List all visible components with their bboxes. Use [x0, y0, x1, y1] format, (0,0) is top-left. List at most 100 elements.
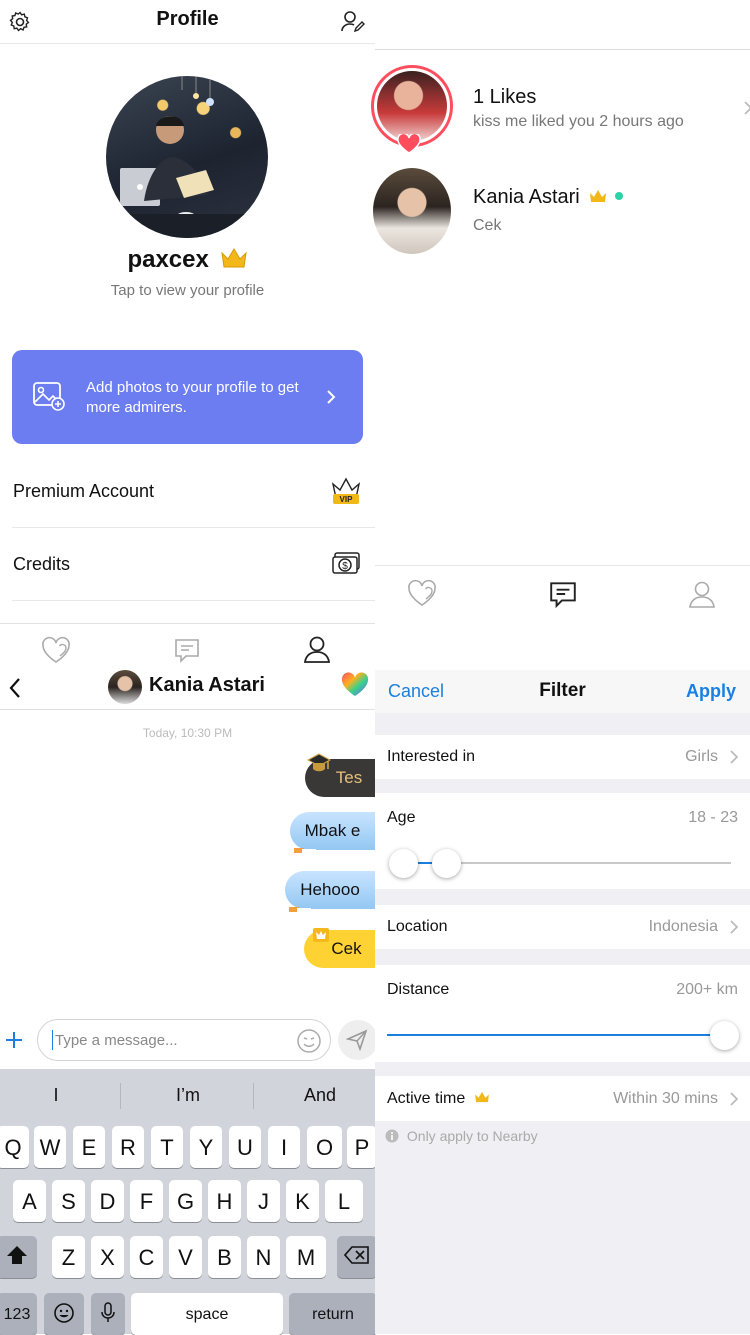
key-t[interactable]: T — [151, 1126, 183, 1168]
credits-row[interactable]: Credits $ — [12, 528, 375, 601]
shift-arrow-icon — [6, 1245, 28, 1265]
key-l[interactable]: L — [325, 1180, 363, 1222]
backspace-key[interactable] — [337, 1236, 377, 1278]
distance-value: 200+ km — [676, 981, 738, 998]
key-b[interactable]: B — [208, 1236, 241, 1278]
page-title: Profile — [156, 8, 219, 30]
distance-handle[interactable] — [710, 1021, 739, 1050]
suggestion-3[interactable]: And — [260, 1085, 380, 1106]
numbers-key[interactable]: 123 — [0, 1293, 37, 1335]
apply-button[interactable]: Apply — [686, 681, 736, 702]
distance-label: Distance — [387, 981, 450, 998]
key-y[interactable]: Y — [190, 1126, 222, 1168]
vip-badge-text: VIP — [340, 495, 354, 504]
key-g[interactable]: G — [169, 1180, 202, 1222]
key-u[interactable]: U — [229, 1126, 261, 1168]
age-value: 18 - 23 — [688, 809, 738, 826]
likes-item-row[interactable]: 1 Likes kiss me liked you 2 hours ago — [371, 60, 750, 156]
divider — [375, 49, 750, 50]
key-k[interactable]: K — [286, 1180, 319, 1222]
add-attachment-plus-icon[interactable] — [4, 1030, 24, 1050]
location-value: Indonesia — [648, 918, 718, 935]
chevron-right-icon — [730, 750, 738, 764]
return-key[interactable]: return — [289, 1293, 377, 1335]
key-p[interactable]: P — [347, 1126, 377, 1168]
back-chevron-icon[interactable] — [8, 677, 22, 699]
banner-text: Add photos to your profile to get more a… — [86, 379, 299, 416]
chat-header: Kania Astari — [0, 670, 375, 710]
key-n[interactable]: N — [247, 1236, 280, 1278]
tab-likes-heart-icon[interactable] — [40, 636, 72, 664]
bottom-tab-bar-left — [0, 623, 375, 670]
rainbow-heart-icon[interactable] — [341, 672, 369, 698]
key-f[interactable]: F — [130, 1180, 163, 1222]
interested-in-value: Girls — [685, 748, 718, 765]
tab-messages-icon[interactable] — [548, 579, 578, 609]
space-key[interactable]: space — [131, 1293, 283, 1335]
key-j[interactable]: J — [247, 1180, 280, 1222]
profile-screen: Profile paxcex Tap to view your profile — [0, 0, 375, 624]
message-input[interactable]: Type a message... — [37, 1019, 331, 1061]
edit-profile-icon[interactable] — [340, 9, 366, 35]
filter-screen: Cancel Filter Apply Interested in Girls … — [375, 670, 750, 1334]
key-q[interactable]: Q — [0, 1126, 29, 1168]
graduation-cap-icon — [306, 751, 332, 777]
key-i[interactable]: I — [268, 1126, 300, 1168]
active-time-value: Within 30 mins — [613, 1090, 718, 1107]
crown-icon — [474, 1091, 490, 1103]
key-d[interactable]: D — [91, 1180, 124, 1222]
likes-screen: 1 Likes kiss me liked you 2 hours ago Ka… — [371, 0, 750, 670]
key-x[interactable]: X — [91, 1236, 124, 1278]
suggestion-2[interactable]: I’m — [128, 1085, 248, 1106]
key-m[interactable]: M — [286, 1236, 326, 1278]
key-o[interactable]: O — [307, 1126, 342, 1168]
suggestion-1[interactable]: I — [0, 1085, 116, 1106]
add-photos-banner[interactable]: Add photos to your profile to get more a… — [12, 350, 363, 444]
credits-money-icon: $ — [332, 551, 362, 577]
tab-messages-icon[interactable] — [173, 636, 201, 664]
vip-crown-icon: VIP — [330, 475, 362, 507]
key-r[interactable]: R — [112, 1126, 144, 1168]
send-paper-plane-icon — [346, 1029, 368, 1051]
send-button[interactable] — [338, 1020, 378, 1060]
microphone-key[interactable] — [91, 1293, 125, 1335]
bottom-tab-bar-right — [375, 565, 750, 670]
chevron-right-icon — [744, 100, 750, 116]
interested-in-row[interactable]: Interested in Girls — [375, 735, 750, 779]
shift-key[interactable] — [0, 1236, 37, 1278]
emoji-sticker-icon[interactable] — [296, 1028, 322, 1054]
chevron-right-icon — [326, 389, 336, 405]
age-min-handle[interactable] — [389, 849, 418, 878]
chat-contact-name[interactable]: Kania Astari — [149, 674, 265, 697]
key-v[interactable]: V — [169, 1236, 202, 1278]
divider — [120, 1083, 121, 1109]
chat-timestamp: Today, 10:30 PM — [142, 726, 233, 740]
svg-text:$: $ — [342, 561, 348, 572]
contact-avatar[interactable] — [108, 670, 142, 704]
interested-in-label: Interested in — [387, 748, 476, 765]
distance-row: Distance 200+ km — [375, 965, 750, 1062]
tab-profile-icon[interactable] — [688, 579, 716, 609]
tab-profile-icon[interactable] — [303, 634, 331, 664]
location-label: Location — [387, 918, 448, 935]
active-time-row[interactable]: Active time Within 30 mins — [375, 1076, 750, 1121]
key-c[interactable]: C — [130, 1236, 163, 1278]
emoji-key[interactable] — [44, 1293, 84, 1335]
profile-username-row[interactable]: paxcex — [0, 246, 375, 274]
key-w[interactable]: W — [34, 1126, 66, 1168]
key-e[interactable]: E — [73, 1126, 105, 1168]
profile-header: Profile — [0, 0, 375, 44]
conversation-row[interactable]: Kania Astari Cek — [373, 165, 750, 257]
tab-likes-heart-icon[interactable] — [406, 579, 438, 607]
key-z[interactable]: Z — [52, 1236, 85, 1278]
key-h[interactable]: H — [208, 1180, 241, 1222]
message-text: Tes — [335, 768, 363, 787]
location-row[interactable]: Location Indonesia — [375, 905, 750, 949]
profile-avatar[interactable] — [106, 76, 268, 238]
key-a[interactable]: A — [13, 1180, 46, 1222]
premium-account-label: Premium Account — [13, 481, 155, 501]
premium-account-row[interactable]: Premium Account VIP — [12, 455, 375, 528]
key-s[interactable]: S — [52, 1180, 85, 1222]
filter-header: Cancel Filter Apply — [375, 670, 750, 713]
age-max-handle[interactable] — [432, 849, 461, 878]
